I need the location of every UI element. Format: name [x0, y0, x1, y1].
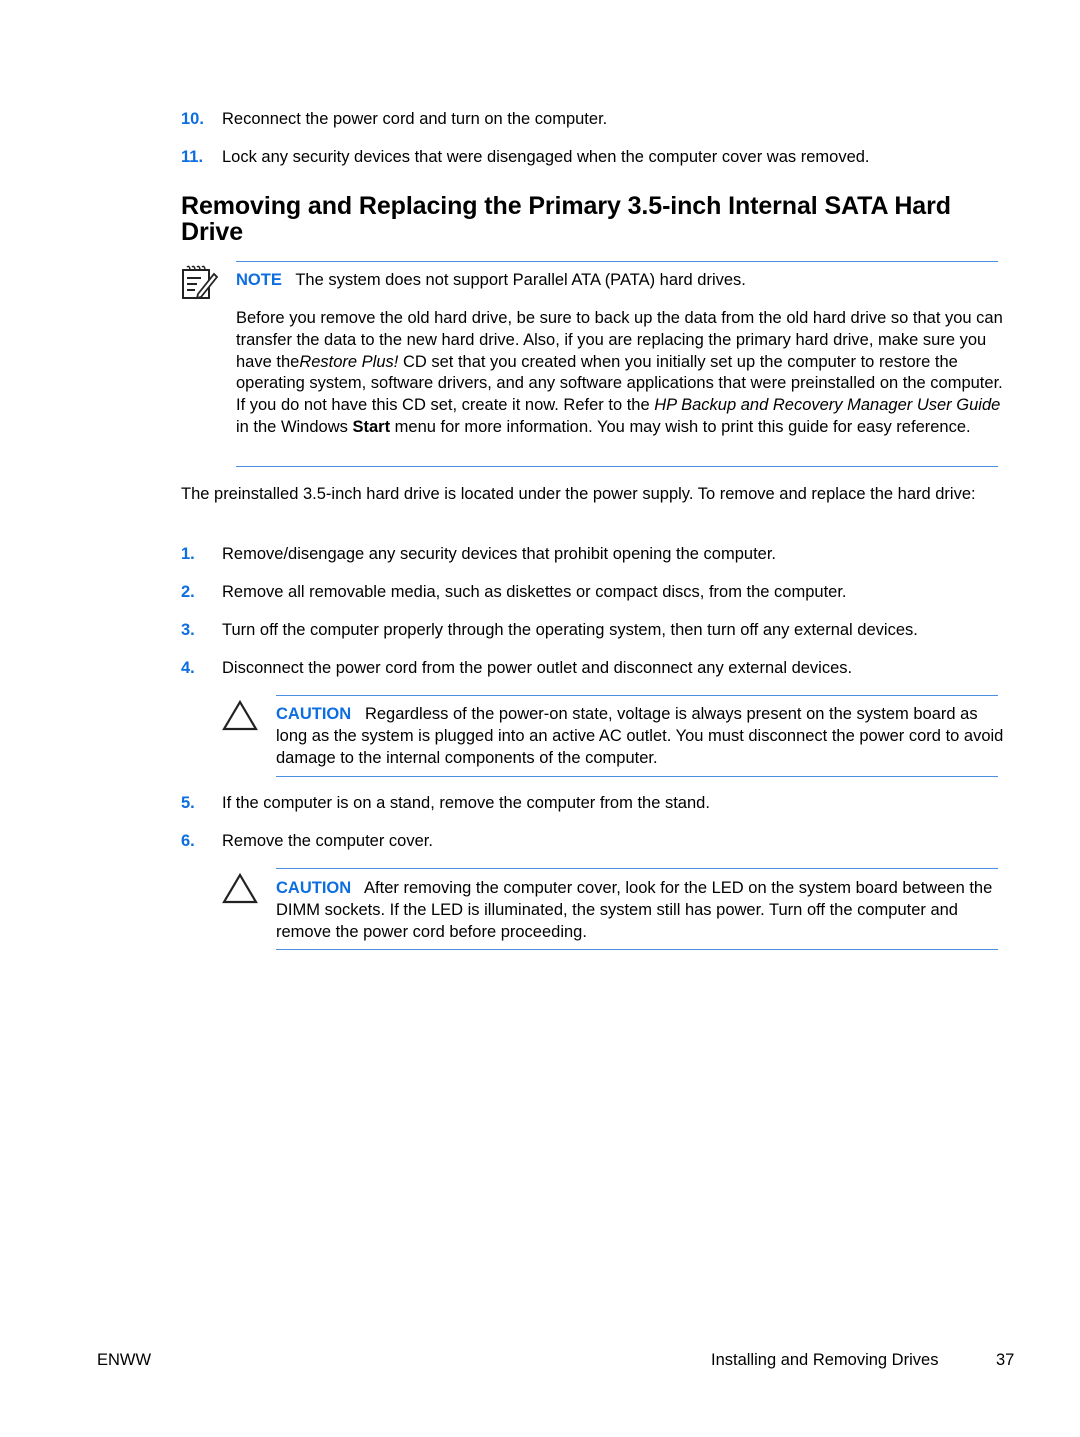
footer-section-title: Installing and Removing Drives: [711, 1351, 939, 1369]
step-text: Remove the computer cover.: [222, 832, 433, 850]
caution-text: After removing the computer cover, look …: [276, 879, 993, 941]
guide-title: HP Backup and Recovery Manager User Guid…: [654, 396, 1001, 415]
note-text: The system does not support Parallel ATA…: [295, 271, 746, 289]
step-number: 11.: [181, 148, 204, 166]
step-text: Reconnect the power cord and turn on the…: [222, 110, 608, 128]
step-number: 10.: [181, 110, 204, 128]
caution-text-block: CAUTION After removing the computer cove…: [276, 878, 1006, 943]
restore-plus-title: Restore Plus!: [299, 352, 399, 371]
step-number: 5.: [181, 794, 195, 812]
note-bottom-rule: [236, 466, 998, 467]
note-para-text: in the Windows: [236, 417, 353, 436]
step-text: Disconnect the power cord from the power…: [222, 659, 853, 677]
step-text: Turn off the computer properly through t…: [222, 621, 918, 639]
step-text: Lock any security devices that were dise…: [222, 148, 870, 166]
step-number: 2.: [181, 583, 195, 601]
caution-triangle-icon: [222, 699, 258, 737]
caution-label: CAUTION: [276, 879, 352, 897]
step-number: 4.: [181, 659, 195, 677]
note-top-rule: [236, 261, 998, 262]
step-text: Remove/disengage any security devices th…: [222, 545, 776, 563]
note-paragraph: Before you remove the old hard drive, be…: [236, 308, 1008, 439]
section-heading: Removing and Replacing the Primary 3.5-i…: [181, 192, 951, 246]
start-menu-term: Start: [352, 417, 391, 436]
note-para-text: menu for more information. You may wish …: [390, 417, 971, 436]
caution-bottom-rule: [276, 776, 998, 777]
note-label: NOTE: [236, 271, 282, 289]
caution-text: Regardless of the power-on state, voltag…: [276, 705, 1004, 767]
step-number: 6.: [181, 832, 195, 850]
step-text: Remove all removable media, such as disk…: [222, 583, 847, 601]
caution-triangle-icon: [222, 872, 258, 910]
caution-label: CAUTION: [276, 705, 352, 723]
caution-top-rule: [276, 695, 998, 696]
step-number: 3.: [181, 621, 195, 639]
footer-left: ENWW: [97, 1351, 152, 1369]
caution-top-rule: [276, 868, 998, 869]
note-line: NOTE The system does not support Paralle…: [236, 270, 746, 292]
step-text: If the computer is on a stand, remove th…: [222, 794, 710, 812]
caution-bottom-rule: [276, 949, 998, 950]
step-number: 1.: [181, 545, 195, 563]
intro-paragraph: The preinstalled 3.5-inch hard drive is …: [181, 485, 976, 503]
note-pencil-icon: [181, 264, 219, 307]
caution-text-block: CAUTION Regardless of the power-on state…: [276, 704, 1006, 769]
page-number: 37: [996, 1351, 1015, 1369]
